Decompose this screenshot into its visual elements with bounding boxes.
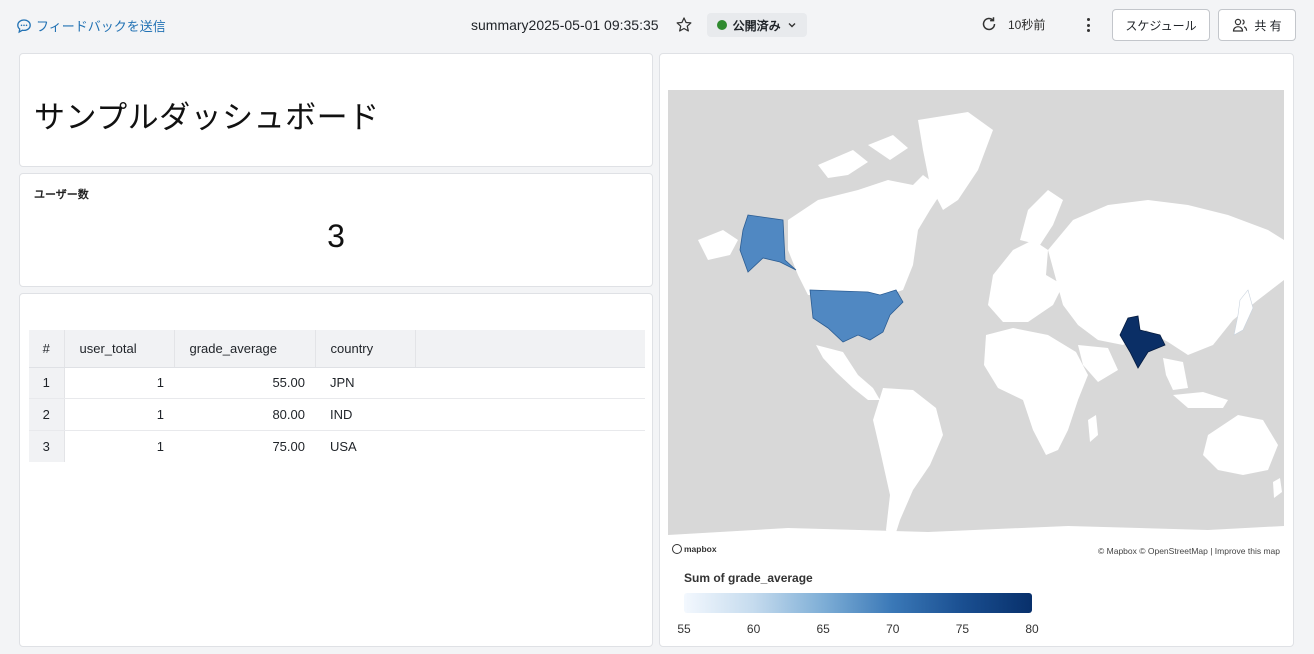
share-button[interactable]: 共 有: [1218, 9, 1296, 41]
more-options-icon[interactable]: [1080, 15, 1096, 35]
cell-country: USA: [330, 438, 357, 454]
cell-grade-average: 80.00: [174, 398, 315, 431]
status-label: 公開済み: [732, 18, 781, 33]
status-dot-icon: [716, 20, 727, 30]
table-row: 3 1 75.00 USA: [29, 430, 645, 462]
chevron-down-icon: [788, 23, 796, 28]
cell-user-total: 1: [64, 367, 174, 399]
chat-bubble-icon: [17, 18, 31, 33]
world-map[interactable]: mapbox © Mapbox © OpenStreetMap | Improv…: [668, 90, 1284, 558]
column-header-filler: [415, 330, 645, 368]
share-label: 共 有: [1254, 18, 1282, 33]
star-icon[interactable]: [675, 16, 693, 34]
legend-tick-label: 55: [677, 622, 691, 636]
column-header-index[interactable]: #: [29, 330, 65, 368]
dashboard-title-group: summary2025-05-01 09:35:35 公開済み: [471, 12, 807, 38]
region-alaska[interactable]: [739, 214, 797, 273]
dashboard-title: summary2025-05-01 09:35:35: [471, 17, 659, 33]
row-index: 1: [29, 367, 65, 399]
row-index: 2: [29, 398, 65, 431]
counter-widget: ユーザー数 3: [19, 173, 653, 287]
feedback-link[interactable]: フィードバックを送信: [16, 16, 166, 35]
legend-tick-label: 75: [955, 622, 970, 636]
legend-color-scale: [684, 593, 1032, 613]
legend-ticks: 55 60 65 70 75 80: [677, 622, 1038, 636]
table-header-row: # user_total grade_average country: [29, 330, 645, 368]
cell-user-total: 1: [156, 438, 164, 454]
map-attribution[interactable]: © Mapbox © OpenStreetMap | Improve this …: [1098, 546, 1280, 556]
cell-grade-average: 55.00: [174, 367, 315, 399]
table-widget: # user_total grade_average country 1 1 5…: [19, 293, 653, 647]
cell-user-total: 1: [64, 398, 174, 431]
cell-country: IND: [315, 398, 415, 431]
legend-tick-label: 65: [816, 622, 830, 636]
table-row: 2 1 80.00 IND: [29, 398, 645, 431]
schedule-button[interactable]: スケジュール: [1112, 9, 1210, 41]
region-usa[interactable]: [809, 289, 904, 343]
mapbox-logo-text: mapbox: [684, 544, 717, 554]
map-widget: mapbox © Mapbox © OpenStreetMap | Improv…: [659, 53, 1294, 647]
feedback-label: フィードバックを送信: [36, 19, 166, 34]
publish-status-dropdown[interactable]: 公開済み: [706, 13, 807, 37]
world-map-svg: [668, 112, 1284, 558]
counter-value: 3: [327, 218, 345, 254]
legend-tick-label: 70: [886, 622, 900, 636]
results-table: # user_total grade_average country 1 1 5…: [29, 330, 645, 462]
top-bar: フィードバックを送信 summary2025-05-01 09:35:35 公開…: [0, 0, 1314, 50]
legend-tick-label: 60: [746, 622, 761, 636]
users-icon: [1233, 18, 1248, 32]
refresh-time: 10秒前: [1008, 17, 1046, 32]
title-widget: サンプルダッシュボード: [19, 53, 653, 167]
refresh-button[interactable]: 10秒前: [980, 15, 1045, 33]
dashboard-heading: サンプルダッシュボード: [34, 100, 380, 135]
cell-grade-average: 75.00: [272, 438, 305, 454]
legend-title: Sum of grade_average: [684, 571, 813, 585]
cell-country: JPN: [315, 367, 415, 399]
column-header-grade-average[interactable]: grade_average: [174, 330, 316, 368]
table-row: 1 1 55.00 JPN: [29, 367, 645, 399]
landmasses: [668, 112, 1284, 558]
counter-label: ユーザー数: [34, 189, 89, 201]
column-header-user-total[interactable]: user_total: [64, 330, 175, 368]
row-index: 3: [29, 430, 65, 462]
mapbox-logo[interactable]: mapbox: [672, 544, 717, 554]
legend-tick-label: 80: [1025, 622, 1039, 636]
column-header-country[interactable]: country: [315, 330, 416, 368]
refresh-icon: [982, 17, 996, 31]
